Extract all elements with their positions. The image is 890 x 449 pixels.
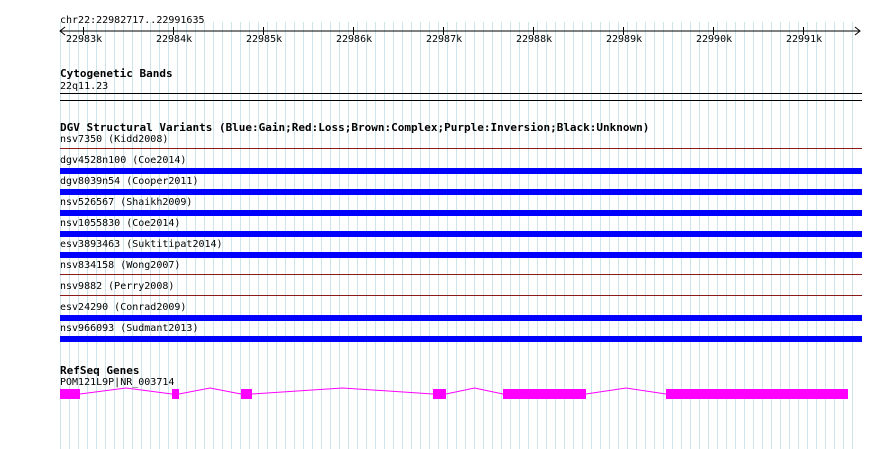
dgv-variant-label[interactable]: nsv7350 (Kidd2008) <box>60 134 168 146</box>
ruler-tick-label: 22989k <box>606 34 643 45</box>
gene-exon[interactable] <box>433 389 446 399</box>
dgv-variant-line[interactable] <box>60 148 862 149</box>
dgv-variant-label[interactable]: esv3893463 (Suktitipat2014) <box>60 239 223 251</box>
cytoband-track-title: Cytogenetic Bands <box>60 67 173 80</box>
dgv-variant-label[interactable]: dgv4528n100 (Coe2014) <box>60 155 186 167</box>
ruler-tick-label: 22984k <box>156 34 193 45</box>
dgv-track-title: DGV Structural Variants (Blue:Gain;Red:L… <box>60 121 650 134</box>
dgv-variant-label[interactable]: esv24290 (Conrad2009) <box>60 302 186 314</box>
gene-intron <box>79 387 173 395</box>
dgv-variant-label[interactable]: nsv966093 (Sudmant2013) <box>60 323 198 335</box>
ruler-tick-label: 22990k <box>696 34 733 45</box>
gene-exon[interactable] <box>172 389 179 399</box>
dgv-variant-bar[interactable] <box>60 315 862 321</box>
dgv-variant-label[interactable]: nsv9882 (Perry2008) <box>60 281 174 293</box>
gene-exon[interactable] <box>666 389 848 399</box>
gene-exon[interactable] <box>60 389 80 399</box>
gene-intron <box>585 387 667 395</box>
dgv-variant-label[interactable]: nsv834158 (Wong2007) <box>60 260 180 272</box>
dgv-variant-bar[interactable] <box>60 252 862 258</box>
dgv-variant-label[interactable]: nsv1055830 (Coe2014) <box>60 218 180 230</box>
dgv-variant-label[interactable]: nsv526567 (Shaikh2009) <box>60 197 192 209</box>
dgv-variant-line[interactable] <box>60 295 862 296</box>
dgv-variant-bar[interactable] <box>60 231 862 237</box>
ruler-tick-label: 22991k <box>786 34 823 45</box>
gene-exon[interactable] <box>503 389 586 399</box>
ruler-tick-label: 22987k <box>426 34 463 45</box>
gene-exon[interactable] <box>241 389 252 399</box>
ruler-tick-label: 22985k <box>246 34 283 45</box>
refseq-gene-model[interactable] <box>0 385 890 405</box>
dgv-variant-label[interactable]: dgv8039n54 (Cooper2011) <box>60 176 198 188</box>
dgv-variant-bar[interactable] <box>60 168 862 174</box>
refseq-track-title: RefSeq Genes <box>60 364 140 377</box>
dgv-variant-bar[interactable] <box>60 210 862 216</box>
dgv-variant-bar[interactable] <box>60 189 862 195</box>
ruler-tick-label: 22986k <box>336 34 373 45</box>
gene-intron <box>251 387 434 395</box>
dgv-variant-bar[interactable] <box>60 336 862 342</box>
ruler-tick-label: 22988k <box>516 34 553 45</box>
gene-intron <box>445 387 504 395</box>
gene-intron <box>178 387 242 395</box>
dgv-variant-line[interactable] <box>60 274 862 275</box>
cytoband-ideogram-bottom <box>60 100 862 101</box>
cytoband-label: 22q11.23 <box>60 81 109 92</box>
cytoband-ideogram-top <box>60 93 862 94</box>
ruler-tick-label: 22983k <box>66 34 103 45</box>
